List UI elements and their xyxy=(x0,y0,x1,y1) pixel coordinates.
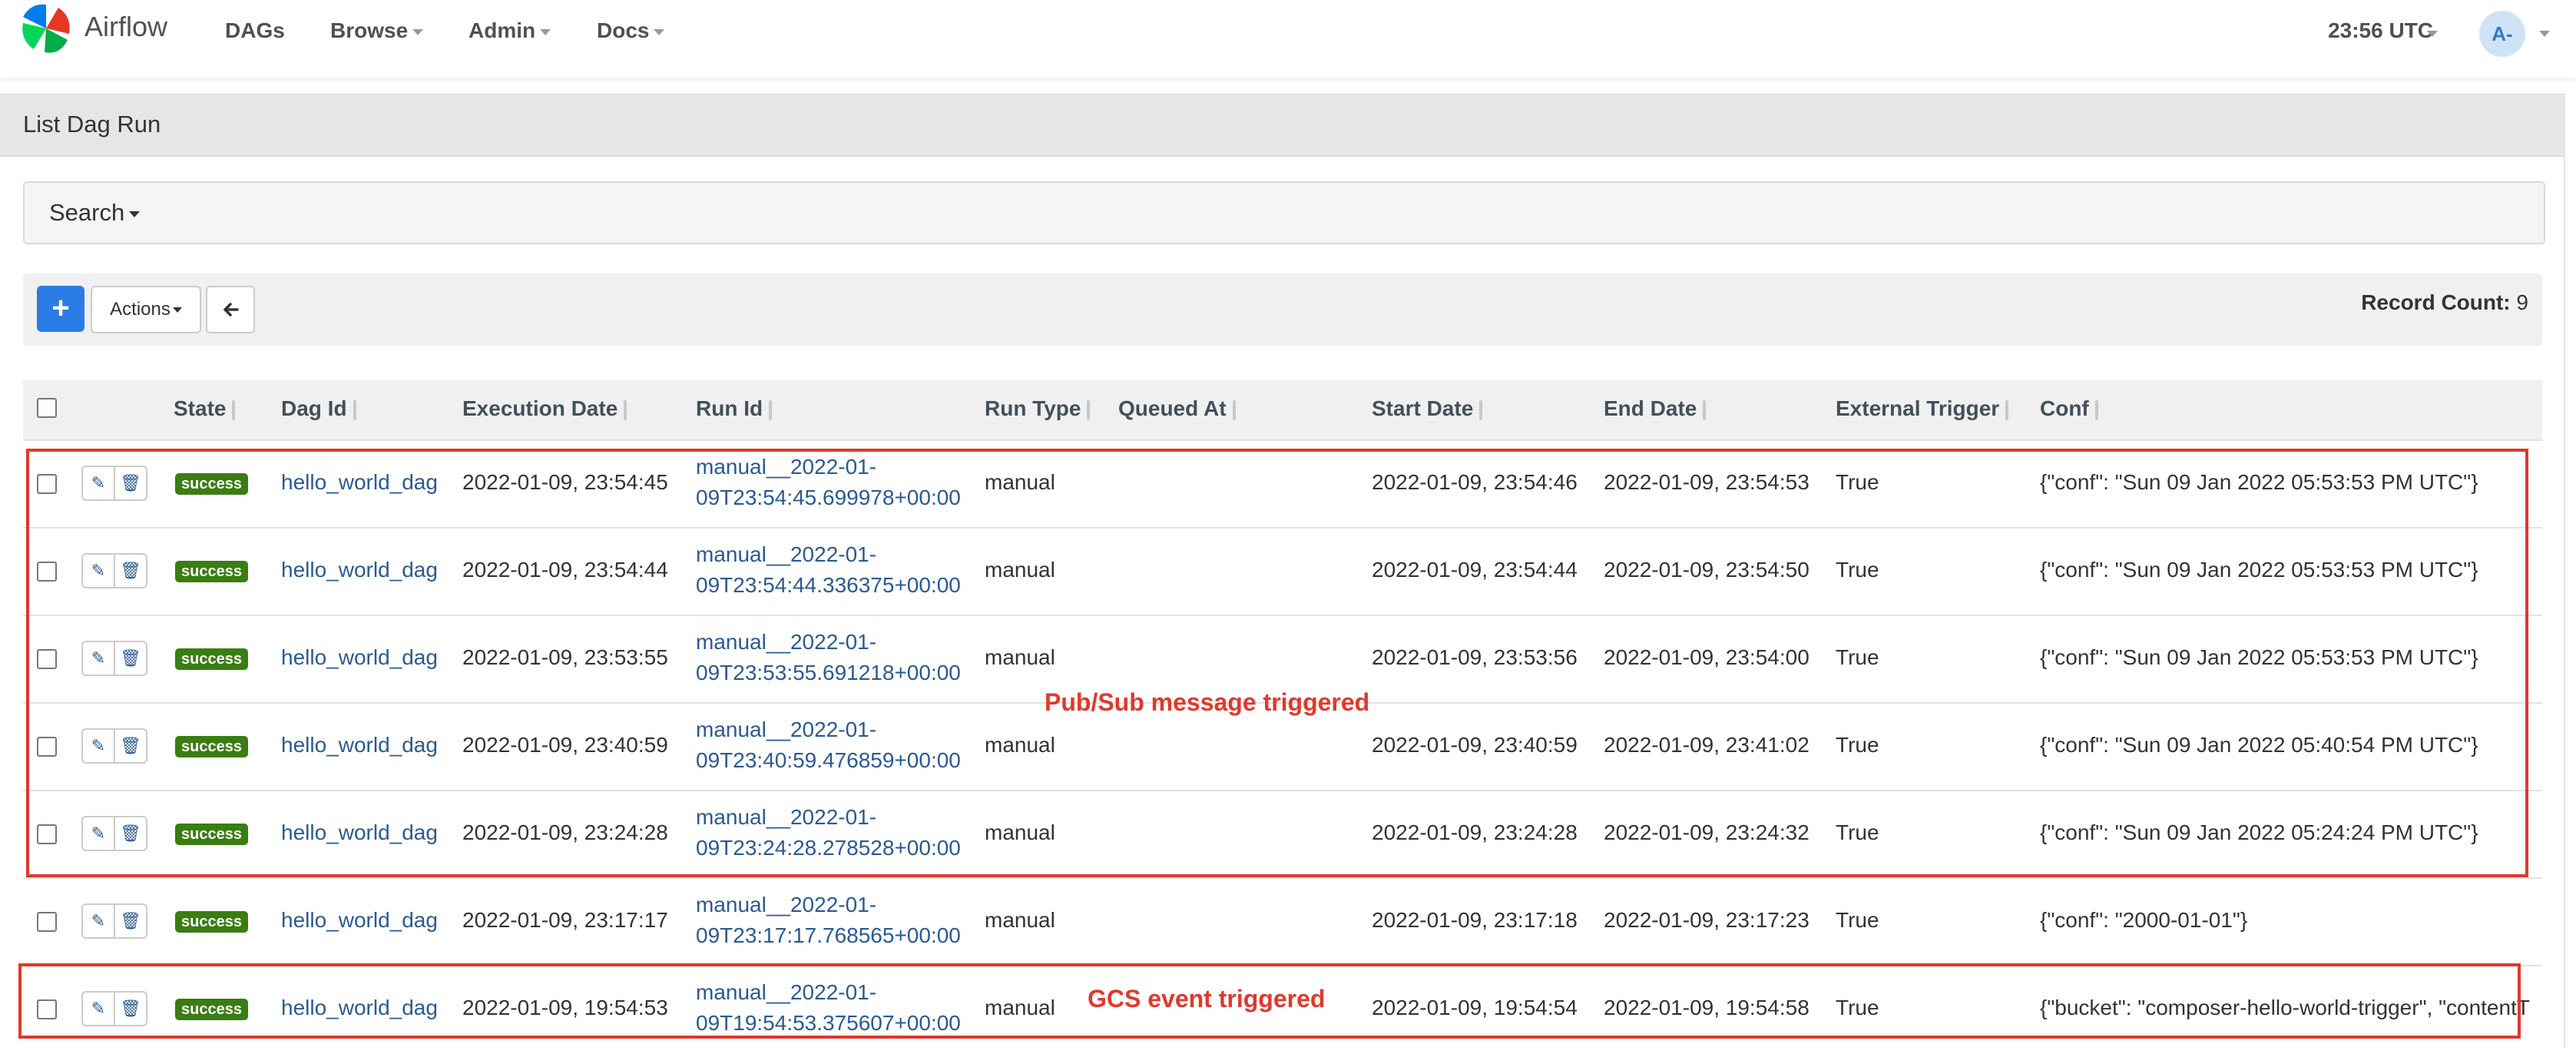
column-label: Run Type xyxy=(985,396,1081,420)
dag-id-link[interactable]: hello_world_dag xyxy=(281,908,438,933)
external-trigger: True xyxy=(1836,908,1879,932)
user-avatar[interactable]: A- xyxy=(2479,11,2525,57)
search-label: Search xyxy=(49,199,125,226)
nav-docs[interactable]: Docs xyxy=(597,18,665,43)
column-header-execution-date[interactable]: Execution Date xyxy=(462,396,627,421)
top-navbar: Airflow DAGs Browse Admin Docs 23:56 UTC… xyxy=(0,0,2576,78)
gcs-annotation: GCS event triggered xyxy=(1088,985,1326,1013)
pubsub-annotation: Pub/Sub message triggered xyxy=(1045,688,1370,716)
execution-date: 2022-01-09, 23:17:17 xyxy=(462,908,668,932)
column-header-run-id[interactable]: Run Id xyxy=(696,396,773,421)
pubsub-highlight-box xyxy=(26,449,2528,877)
panel-header xyxy=(0,94,2565,157)
run-id-line-1: manual__2022-01- xyxy=(696,893,877,916)
nav-dags-label: DAGs xyxy=(225,18,285,42)
column-label: Conf xyxy=(2040,396,2089,420)
run-id-line-2: 09T23:17:17.768565+00:00 xyxy=(696,923,961,947)
table-header xyxy=(23,380,2542,439)
nav-admin[interactable]: Admin xyxy=(469,18,551,43)
column-label: External Trigger xyxy=(1836,396,2000,420)
arrow-left-icon xyxy=(223,303,239,317)
actions-label: Actions xyxy=(110,299,171,320)
sort-icon xyxy=(232,399,236,420)
column-header-dag-id[interactable]: Dag Id xyxy=(281,396,356,421)
column-label: State xyxy=(174,396,227,420)
column-header-end-date[interactable]: End Date xyxy=(1604,396,1707,421)
edit-icon[interactable]: ✎ xyxy=(83,905,115,937)
column-label: Queued At xyxy=(1118,396,1227,420)
nav-admin-label: Admin xyxy=(469,18,536,42)
conf: {"conf": "2000-01-01"} xyxy=(2040,908,2248,932)
chevron-down-icon xyxy=(654,28,665,35)
sort-icon xyxy=(1232,399,1236,420)
column-header-state[interactable]: State xyxy=(174,396,236,421)
nav-dags[interactable]: DAGs xyxy=(225,18,285,43)
column-label: End Date xyxy=(1604,396,1697,420)
end-date: 2022-01-09, 23:17:23 xyxy=(1604,908,1809,932)
search-toggle[interactable]: Search xyxy=(49,199,141,227)
row-checkbox[interactable] xyxy=(37,912,57,932)
chevron-down-icon xyxy=(412,28,424,35)
run-id-link[interactable]: manual__2022-01- 09T23:17:17.768565+00:00 xyxy=(696,890,961,951)
column-header-queued-at[interactable]: Queued At xyxy=(1118,396,1236,421)
select-all-checkbox[interactable] xyxy=(37,398,57,418)
column-label: Start Date xyxy=(1372,396,1474,420)
airflow-logo-icon[interactable] xyxy=(17,0,75,57)
column-label: Run Id xyxy=(696,396,763,420)
sort-icon xyxy=(1087,399,1091,420)
page-title: List Dag Run xyxy=(23,111,161,138)
nav-browse-label: Browse xyxy=(330,18,409,42)
sort-icon xyxy=(624,399,627,420)
column-label: Execution Date xyxy=(462,396,618,420)
column-label: Dag Id xyxy=(281,396,347,420)
chevron-down-icon[interactable] xyxy=(2427,31,2438,37)
sort-icon xyxy=(2094,399,2098,420)
actions-dropdown[interactable]: Actions xyxy=(91,286,201,333)
status-badge: success xyxy=(175,911,248,933)
search-panel[interactable] xyxy=(23,181,2545,244)
chevron-down-icon[interactable] xyxy=(2539,31,2550,37)
back-button[interactable] xyxy=(206,286,255,333)
record-count-value: 9 xyxy=(2516,290,2528,314)
sort-icon xyxy=(1479,399,1483,420)
list-toolbar xyxy=(23,273,2542,346)
start-date: 2022-01-09, 23:17:18 xyxy=(1372,908,1578,932)
column-header-external-trigger[interactable]: External Trigger xyxy=(1836,396,2009,421)
utc-clock[interactable]: 23:56 UTC xyxy=(2328,18,2433,43)
run-type: manual xyxy=(985,908,1055,932)
chevron-down-icon xyxy=(172,307,182,313)
sort-icon xyxy=(2005,399,2009,420)
record-count: Record Count: 9 xyxy=(2361,290,2528,315)
chevron-down-icon xyxy=(540,28,551,35)
chevron-down-icon xyxy=(129,210,141,217)
record-count-label: Record Count: xyxy=(2361,290,2511,314)
plus-icon: + xyxy=(51,291,70,325)
trash-icon[interactable]: 🗑 xyxy=(115,905,146,937)
panel-border xyxy=(2564,155,2565,1048)
sort-icon xyxy=(769,399,773,420)
nav-docs-label: Docs xyxy=(597,18,650,42)
row-actions: ✎ 🗑 xyxy=(81,903,147,939)
sort-icon xyxy=(1703,399,1707,420)
add-record-button[interactable]: + xyxy=(37,286,84,332)
brand-name[interactable]: Airflow xyxy=(84,11,167,43)
column-header-run-type[interactable]: Run Type xyxy=(985,396,1091,421)
nav-browse[interactable]: Browse xyxy=(330,18,424,43)
column-header-start-date[interactable]: Start Date xyxy=(1372,396,1483,421)
column-header-conf[interactable]: Conf xyxy=(2040,396,2098,421)
sort-icon xyxy=(353,399,356,420)
